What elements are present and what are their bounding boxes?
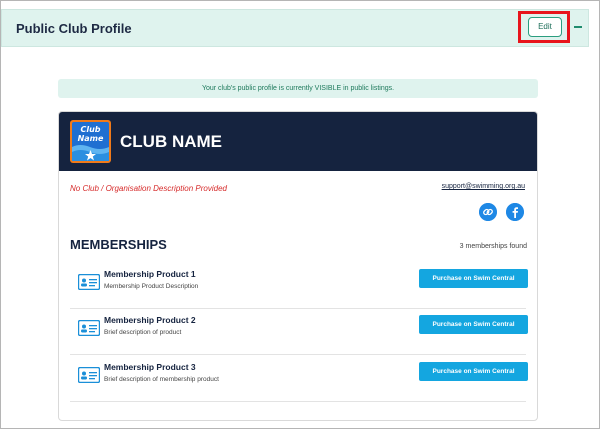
support-email-link[interactable]: support@swimming.org.au (442, 183, 525, 190)
club-logo: Club Name (70, 120, 111, 163)
membership-card-icon (78, 367, 100, 383)
edit-button[interactable]: Edit (528, 17, 562, 37)
visibility-banner: Your club's public profile is currently … (58, 79, 538, 98)
link-icon[interactable] (479, 203, 497, 221)
club-description: No Club / Organisation Description Provi… (70, 184, 227, 193)
purchase-button[interactable]: Purchase on Swim Central (419, 362, 528, 381)
membership-card-icon (78, 274, 100, 290)
membership-card-icon (78, 320, 100, 336)
membership-description: Membership Product Description (104, 283, 199, 290)
logo-text-line-1: Club (80, 125, 100, 134)
memberships-count: 3 memberships found (459, 243, 527, 250)
membership-description: Brief description of product (104, 329, 182, 336)
club-profile-card: Club Name CLUB NAME No Club / Organisati… (58, 111, 538, 421)
membership-row: Membership Product 2 Brief description o… (70, 309, 528, 355)
membership-description: Brief description of membership product (104, 376, 219, 383)
membership-row: Membership Product 1 Membership Product … (70, 263, 528, 309)
minus-icon[interactable] (574, 26, 582, 28)
row-divider (70, 354, 526, 355)
row-divider (70, 401, 526, 402)
membership-name: Membership Product 3 (104, 362, 196, 372)
profile-header: Public Club Profile (1, 9, 589, 47)
memberships-heading: MEMBERSHIPS (70, 237, 167, 252)
purchase-button[interactable]: Purchase on Swim Central (419, 315, 528, 334)
membership-name: Membership Product 1 (104, 269, 196, 279)
club-header: Club Name CLUB NAME (59, 112, 537, 171)
club-name: CLUB NAME (120, 132, 222, 151)
facebook-icon[interactable] (506, 203, 524, 221)
logo-text-line-2: Name (78, 134, 104, 143)
membership-name: Membership Product 2 (104, 315, 196, 325)
membership-row: Membership Product 3 Brief description o… (70, 356, 528, 402)
purchase-button[interactable]: Purchase on Swim Central (419, 269, 528, 288)
page-title: Public Club Profile (16, 21, 132, 36)
